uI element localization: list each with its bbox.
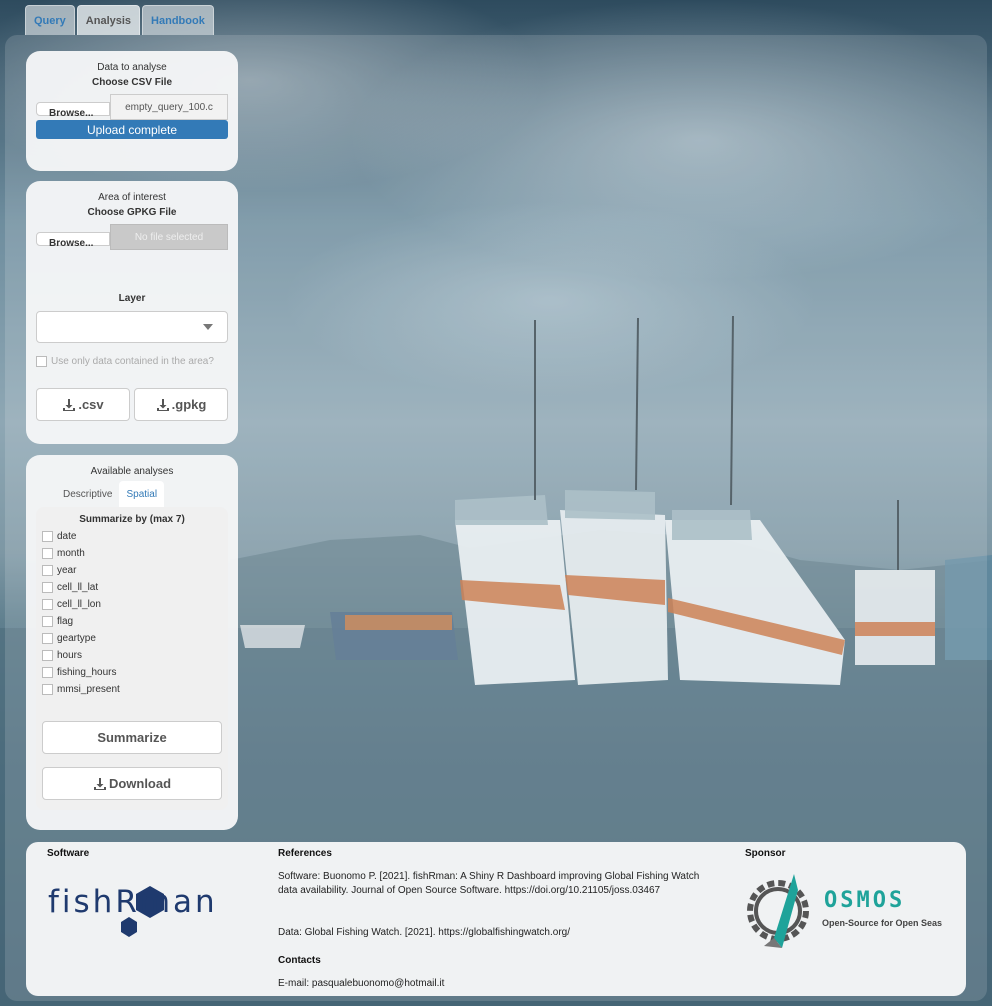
variable-checkbox[interactable] — [42, 684, 53, 695]
gpkg-file-label: Choose GPKG File — [87, 207, 177, 218]
variable-label: cell_ll_lat — [57, 582, 99, 593]
reference-data: Data: Global Fishing Watch. [2021]. http… — [278, 927, 571, 938]
download-icon — [156, 398, 169, 411]
area-of-interest-panel: Area of interest Choose GPKG File Browse… — [26, 181, 238, 444]
chevron-down-icon — [203, 324, 213, 330]
csv-upload-progress-bar: Upload complete — [36, 120, 228, 139]
layer-select[interactable] — [36, 311, 228, 343]
tab-query[interactable]: Query — [25, 5, 75, 35]
references-heading: References — [278, 848, 332, 859]
reference-software: Software: Buonomo P. [2021]. fishRman: A… — [278, 871, 700, 896]
download-summary-label: Download — [108, 776, 172, 791]
software-heading: Software — [47, 848, 90, 859]
variable-checkbox-row[interactable]: geartype — [42, 630, 228, 647]
area-filter-checkbox[interactable] — [36, 356, 47, 367]
footer-panel: Software fishRman References Software: B… — [26, 842, 966, 996]
tab-spatial[interactable]: Spatial — [119, 481, 165, 507]
osmos-tagline: Open-Source for Open Seas — [822, 918, 943, 928]
variable-label: year — [57, 565, 77, 576]
variable-label: mmsi_present — [57, 684, 120, 695]
download-csv-label: .csv — [78, 397, 104, 412]
logo-text: fishRman — [48, 884, 218, 920]
contacts-heading: Contacts — [278, 955, 321, 966]
variable-checkbox[interactable] — [42, 667, 53, 678]
csv-file-label: Choose CSV File — [91, 77, 172, 88]
tab-analysis[interactable]: Analysis — [76, 5, 141, 35]
analyses-panel: Available analyses Descriptive Spatial S… — [26, 455, 238, 830]
area-filter-label: Use only data contained in the area? — [51, 356, 214, 367]
csv-file-input: Browse... empty_query_100.c — [36, 94, 228, 120]
tab-descriptive[interactable]: Descriptive — [56, 481, 119, 507]
variable-label: flag — [57, 616, 74, 627]
osmos-gear-icon — [747, 874, 809, 948]
gpkg-file-name[interactable]: No file selected — [110, 224, 228, 250]
variable-checkbox-list: date month year cell_ll_lat cell_ll_lon … — [42, 528, 228, 698]
variable-label: hours — [57, 650, 83, 661]
variable-checkbox[interactable] — [42, 599, 53, 610]
variable-checkbox-row[interactable]: mmsi_present — [42, 681, 228, 698]
data-upload-panel: Data to analyse Choose CSV File Browse..… — [26, 51, 238, 171]
variable-checkbox[interactable] — [42, 616, 53, 627]
tab-handbook[interactable]: Handbook — [142, 5, 214, 35]
download-summary-button[interactable]: Download — [42, 767, 222, 800]
layer-label: Layer — [118, 293, 146, 304]
variable-checkbox[interactable] — [42, 650, 53, 661]
analyses-panel-title: Available analyses — [90, 466, 174, 477]
summarize-button[interactable]: Summarize — [42, 721, 222, 754]
download-icon — [93, 777, 106, 790]
variable-checkbox-row[interactable]: hours — [42, 647, 228, 664]
variable-label: month — [57, 548, 85, 559]
area-panel-title: Area of interest — [98, 192, 166, 203]
variable-checkbox-row[interactable]: flag — [42, 613, 228, 630]
fishrman-logo: fishRman — [48, 882, 248, 944]
variable-checkbox[interactable] — [42, 531, 53, 542]
variable-label: geartype — [57, 633, 96, 644]
summarize-title: Summarize by (max 7) — [79, 514, 185, 525]
csv-browse-label: Browse... — [49, 108, 94, 119]
variable-checkbox[interactable] — [42, 582, 53, 593]
variable-checkbox-row[interactable]: fishing_hours — [42, 664, 228, 681]
csv-upload-status: Upload complete — [86, 122, 178, 137]
download-gpkg-button[interactable]: .gpkg — [134, 388, 228, 421]
osmos-logo: OSMOS Open-Source for Open Seas — [744, 870, 954, 952]
main-tab-bar: Query Analysis Handbook — [25, 5, 214, 35]
csv-file-name[interactable]: empty_query_100.c — [110, 94, 228, 120]
csv-browse-button[interactable]: Browse... — [36, 102, 110, 119]
gpkg-file-input: Browse... No file selected — [36, 224, 228, 250]
sponsor-heading: Sponsor — [745, 848, 786, 859]
area-filter-checkbox-row[interactable]: Use only data contained in the area? — [36, 356, 228, 367]
osmos-wordmark: OSMOS — [824, 888, 906, 913]
variable-checkbox[interactable] — [42, 565, 53, 576]
variable-checkbox-row[interactable]: date — [42, 528, 228, 545]
analysis-tab-bar: Descriptive Spatial — [56, 481, 238, 507]
gpkg-browse-label: Browse... — [49, 238, 94, 249]
variable-label: cell_ll_lon — [57, 599, 101, 610]
variable-label: date — [57, 531, 77, 542]
variable-checkbox-row[interactable]: cell_ll_lat — [42, 579, 228, 596]
download-icon — [63, 398, 76, 411]
variable-checkbox[interactable] — [42, 633, 53, 644]
download-csv-button[interactable]: .csv — [36, 388, 130, 421]
variable-checkbox-row[interactable]: year — [42, 562, 228, 579]
data-panel-title: Data to analyse — [97, 62, 167, 73]
variable-checkbox-row[interactable]: month — [42, 545, 228, 562]
download-gpkg-label: .gpkg — [171, 397, 207, 412]
gpkg-browse-button[interactable]: Browse... — [36, 232, 110, 249]
summarize-section: Summarize by (max 7) date month year cel… — [36, 507, 228, 810]
variable-label: fishing_hours — [57, 667, 117, 678]
contact-email[interactable]: E-mail: pasqualebuonomo@hotmail.it — [278, 977, 444, 991]
variable-checkbox-row[interactable]: cell_ll_lon — [42, 596, 228, 613]
variable-checkbox[interactable] — [42, 548, 53, 559]
